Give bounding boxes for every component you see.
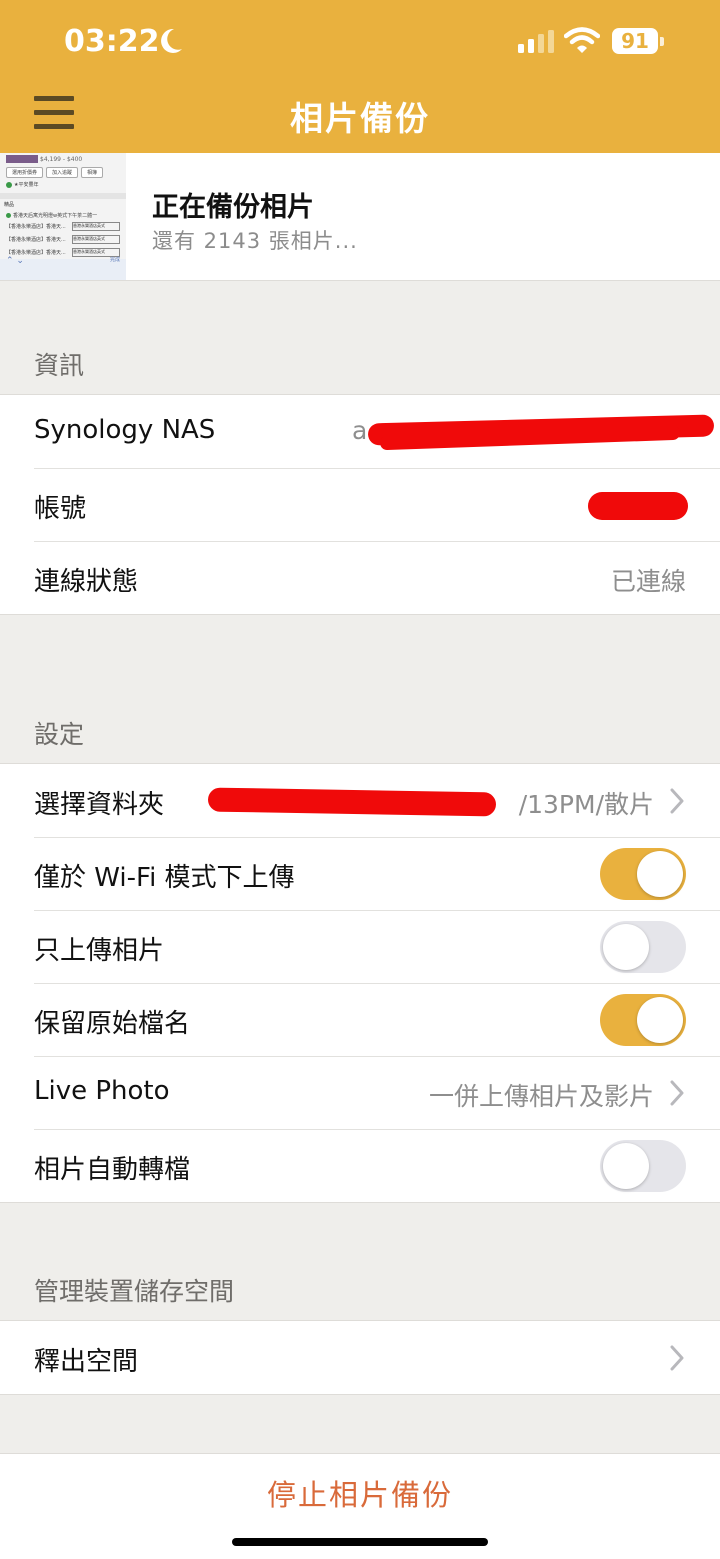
storage-group: 釋出空間 (0, 1320, 720, 1395)
keep-names-row: 保留原始檔名 (0, 983, 720, 1056)
signal-icon (518, 30, 554, 53)
nas-label: Synology NAS (34, 415, 216, 445)
live-photo-row[interactable]: Live Photo 一併上傳相片及影片 (0, 1056, 720, 1129)
bottom-bar: 停止相片備份 (0, 1453, 720, 1559)
chevron-right-icon (670, 788, 684, 814)
thumb-price: $4,199 - $400 (40, 156, 83, 163)
keep-names-label: 保留原始檔名 (34, 1009, 191, 1039)
wifi-only-toggle[interactable] (600, 848, 686, 900)
auto-convert-row: 相片自動轉檔 (0, 1129, 720, 1202)
thumb-item-badge: 香港永樂酒店英式 (72, 235, 120, 244)
auto-convert-toggle[interactable] (600, 1140, 686, 1192)
folder-value: /13PM/散片 (518, 790, 654, 819)
account-row[interactable]: 帳號 (0, 468, 720, 541)
app-header: 03:22 91 相片備份 (0, 0, 720, 153)
battery-icon: 91 (612, 28, 664, 56)
live-photo-value: 一併上傳相片及影片 (428, 1082, 654, 1111)
backup-remaining: 還有 2143 張相片... (152, 229, 358, 253)
page-title: 相片備份 (290, 99, 430, 138)
settings-group: 選擇資料夾 /13PM/散片 僅於 Wi-Fi 模式下上傳 只上傳相片 保留原始… (0, 763, 720, 1203)
thumb-list-item: 【香港永樂酒店】香港天... (6, 224, 66, 230)
free-space-row[interactable]: 釋出空間 (0, 1321, 720, 1394)
status-time: 03:22 (64, 24, 160, 59)
connection-status-label: 連線狀態 (34, 567, 139, 597)
folder-label: 選擇資料夾 (34, 790, 165, 820)
backup-title: 正在備份相片 (152, 192, 314, 223)
stop-backup-button[interactable]: 停止相片備份 (0, 1472, 720, 1514)
live-photo-label: Live Photo (34, 1076, 170, 1106)
connection-status-row: 連線狀態 已連線 (0, 541, 720, 614)
photos-only-toggle[interactable] (600, 921, 686, 973)
account-label: 帳號 (34, 494, 87, 524)
thumb-list-item: 【香港永樂酒店】香港天... (6, 237, 66, 243)
home-indicator (232, 1538, 488, 1546)
battery-level: 91 (621, 29, 649, 53)
photos-only-row: 只上傳相片 (0, 910, 720, 983)
free-space-label: 釋出空間 (34, 1347, 139, 1377)
info-group: Synology NAS a 帳號 連線狀態 已連線 (0, 394, 720, 615)
moon-icon (161, 28, 182, 53)
thumb-item-badge: 香港永樂酒店英式 (72, 222, 120, 231)
storage-section-header: 管理裝置儲存空間 (34, 1277, 235, 1306)
settings-section-header: 設定 (34, 720, 85, 749)
thumb-button: 選用折價券 (6, 167, 44, 178)
thumb-list-item: 【香港永樂酒店】香港天... (6, 250, 66, 256)
redaction-mark (207, 787, 497, 817)
backup-progress-card: $4,199 - $400 選用折價券 加入追蹤 相簿 ★平安豐年 精品 香港天… (0, 153, 720, 281)
thumb-button: 相簿 (81, 167, 104, 178)
thumb-check-text: ★平安豐年 (14, 182, 39, 188)
thumb-section: 精品 (4, 202, 15, 208)
auto-convert-label: 相片自動轉檔 (34, 1155, 191, 1185)
wifi-only-row: 僅於 Wi-Fi 模式下上傳 (0, 837, 720, 910)
wifi-icon (564, 27, 600, 53)
keep-names-toggle[interactable] (600, 994, 686, 1046)
wifi-only-label: 僅於 Wi-Fi 模式下上傳 (34, 863, 295, 893)
info-section-header: 資訊 (34, 351, 85, 380)
backup-thumbnail: $4,199 - $400 選用折價券 加入追蹤 相簿 ★平安豐年 精品 香港天… (0, 153, 126, 280)
folder-row[interactable]: 選擇資料夾 /13PM/散片 (0, 764, 720, 837)
chevron-right-icon (670, 1080, 684, 1106)
thumb-button: 加入追蹤 (46, 167, 79, 178)
redaction-mark (588, 492, 688, 520)
thumb-chevron-icon: ⌃ ⌄ (6, 256, 24, 266)
thumb-list-title: 香港天后寓光明燈w英式下午茶二體一 (13, 213, 98, 219)
connection-status-value: 已連線 (610, 567, 686, 596)
photos-only-label: 只上傳相片 (34, 936, 165, 966)
nas-row[interactable]: Synology NAS a (0, 395, 720, 468)
nas-value: a (352, 416, 368, 445)
chevron-right-icon (670, 1345, 684, 1371)
thumb-done: 完成 (109, 257, 120, 263)
